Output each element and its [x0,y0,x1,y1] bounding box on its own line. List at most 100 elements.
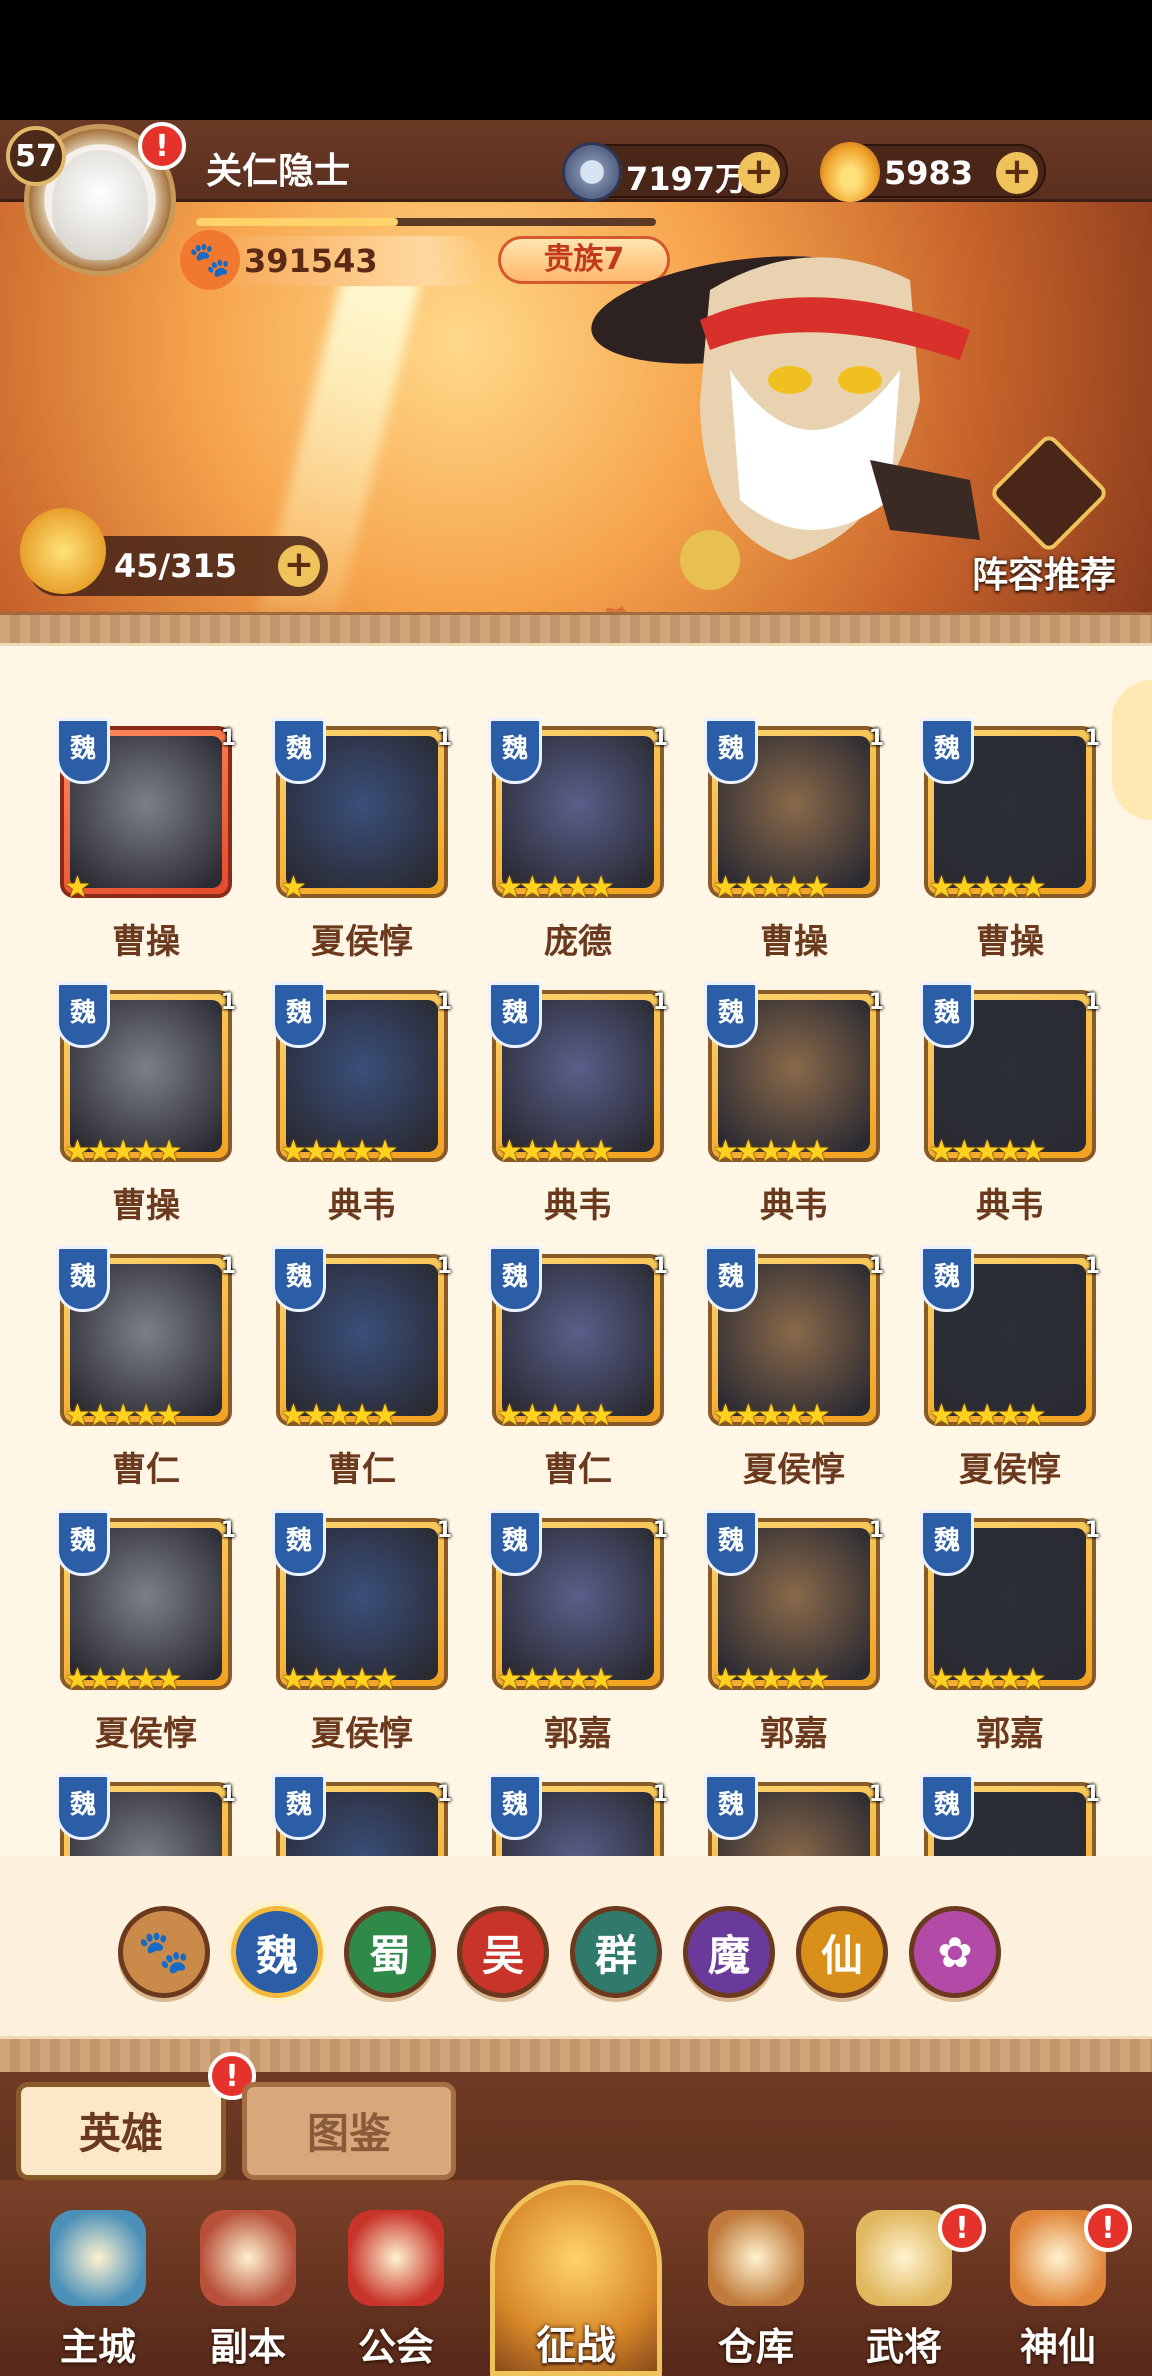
filter-wei-faction[interactable]: 魏 [231,1906,323,1998]
immortal-alert-icon: ! [1084,2204,1132,2252]
faction-badge: 魏 [920,1510,974,1576]
coin-icon [562,142,622,202]
hero-level: 1 [868,1518,884,1543]
nav-guild-button[interactable]: 公会 [326,2200,466,2376]
hero-card[interactable]: 魏 1 ★ 曹操 [56,686,236,962]
hero-stars: ★★★★★ [928,870,1046,905]
hero-card[interactable]: 魏1 [920,1742,1100,1856]
hero-card[interactable]: 魏 1 ★ 夏侯惇 [272,686,452,962]
guild-icon [348,2210,444,2306]
hero-level: 1 [436,1782,452,1807]
hero-stars: ★★★★★ [712,1134,830,1169]
hero-level: 1 [652,990,668,1015]
exp-bar [196,218,656,226]
hero-level: 1 [868,726,884,751]
warehouse-icon [708,2210,804,2306]
hero-stars: ★★★★★ [64,1662,182,1697]
hero-stars: ★★★★★ [496,1398,614,1433]
faction-badge: 魏 [704,1510,758,1576]
hero-stars: ★★★★★ [496,1134,614,1169]
hero-level: 1 [436,990,452,1015]
coin-value: 7197万 [626,160,748,198]
coin-counter[interactable]: 7197万 + [562,142,788,202]
avatar-portrait [52,150,148,260]
hero-card[interactable]: 魏 1 ★★★★★ 郭嘉 [488,1478,668,1754]
hero-card[interactable]: 魏 1 ★★★★★ 夏侯惇 [56,1478,236,1754]
filter-wu-faction[interactable]: 吴 [457,1906,549,1998]
faction-badge: 魏 [56,1246,110,1312]
hero-stars: ★★★★★ [928,1398,1046,1433]
faction-badge: 魏 [488,982,542,1048]
faction-badge: 魏 [488,718,542,784]
hero-card[interactable]: 魏 1 ★★★★★ 郭嘉 [704,1478,884,1754]
tab-heroes[interactable]: 英雄 [16,2082,226,2180]
gold-value: 5983 [884,154,974,192]
faction-badge: 魏 [272,1246,326,1312]
nav-main-city-button[interactable]: 主城 [28,2200,168,2376]
hero-card[interactable]: 魏 1 ★★★★★ 典韦 [704,950,884,1226]
hero-card[interactable]: 魏 1 ★★★★★ 典韦 [920,950,1100,1226]
hero-card[interactable]: 魏 1 ★★★★★ 典韦 [272,950,452,1226]
hero-level: 1 [220,726,236,751]
hero-level: 1 [220,1518,236,1543]
add-coins-button[interactable]: + [738,152,780,194]
hero-card[interactable]: 魏 1 ★★★★★ 夏侯惇 [704,1214,884,1490]
lineup-recommend-button[interactable]: 阵容推荐 [944,432,1144,600]
hero-card[interactable]: 魏 1 ★★★★★ 典韦 [488,950,668,1226]
faction-badge: 魏 [272,982,326,1048]
hero-card[interactable]: 魏1 [56,1742,236,1856]
nav-label: 征战 [536,2323,616,2369]
hero-level: 1 [220,1254,236,1279]
nav-label: 主城 [59,2325,136,2369]
hero-level: 1 [868,990,884,1015]
gold-counter[interactable]: 5983 + [820,142,1046,202]
combat-power: 🐾 391543 [180,230,486,290]
nav-warehouse-button[interactable]: 仓库 [686,2200,826,2376]
hero-card[interactable]: 魏 1 ★★★★★ 夏侯惇 [920,1214,1100,1490]
faction-badge: 魏 [704,1774,758,1840]
hero-card[interactable]: 魏 1 ★★★★★ 曹操 [704,686,884,962]
filter-paw-icon[interactable]: 🐾 [118,1906,210,1998]
hero-card[interactable]: 魏 1 ★★★★★ 庞德 [488,686,668,962]
lineup-icon [988,432,1110,554]
player-name: 关仁隐士 [206,151,351,192]
add-gold-button[interactable]: + [996,152,1038,194]
nav-campaign-button[interactable]: 征战 [490,2180,662,2376]
hero-level: 1 [652,1518,668,1543]
filter-spirit-icon[interactable]: ✿ [909,1906,1001,1998]
stamina-counter[interactable]: 45/315 + [20,508,328,596]
hero-card[interactable]: 魏 1 ★★★★★ 郭嘉 [920,1478,1100,1754]
hero-level: 1 [220,990,236,1015]
hero-card[interactable]: 魏 1 ★★★★★ 曹操 [56,950,236,1226]
hero-card[interactable]: 魏 1 ★★★★★ 曹仁 [272,1214,452,1490]
tab-codex[interactable]: 图鉴 [242,2082,456,2180]
filter-mo-faction[interactable]: 魔 [683,1906,775,1998]
hero-card[interactable]: 魏 1 ★★★★★ 曹仁 [488,1214,668,1490]
faction-badge: 魏 [488,1774,542,1840]
hero-level: 1 [652,1254,668,1279]
hero-card[interactable]: 魏 1 ★★★★★ 曹仁 [56,1214,236,1490]
nav-dungeon-button[interactable]: 副本 [178,2200,318,2376]
faction-badge: 魏 [920,1774,974,1840]
hero-stars: ★★★★★ [280,1398,398,1433]
hero-card[interactable]: 魏1 [488,1742,668,1856]
hero-stars: ★★★★★ [64,1134,182,1169]
hero-level: 1 [868,1782,884,1807]
filter-shu-faction[interactable]: 蜀 [344,1906,436,1998]
filter-qun-faction[interactable]: 群 [570,1906,662,1998]
filter-xian-faction[interactable]: 仙 [796,1906,888,1998]
add-stamina-button[interactable]: + [278,545,320,587]
hero-stars: ★★★★★ [712,1398,830,1433]
side-pull-tab[interactable] [1112,680,1152,820]
faction-badge: 魏 [272,1510,326,1576]
hero-stars: ★★★★★ [928,1662,1046,1697]
hero-level: 1 [1084,990,1100,1015]
hero-card[interactable]: 魏 1 ★★★★★ 夏侯惇 [272,1478,452,1754]
hero-card[interactable]: 魏1 [272,1742,452,1856]
faction-badge: 魏 [56,1510,110,1576]
player-level-badge: 57 [6,126,66,186]
stamina-value: 45/315 [114,547,238,585]
faction-badge: 魏 [704,718,758,784]
hero-card[interactable]: 魏 1 ★★★★★ 曹操 [920,686,1100,962]
hero-card[interactable]: 魏1 [704,1742,884,1856]
